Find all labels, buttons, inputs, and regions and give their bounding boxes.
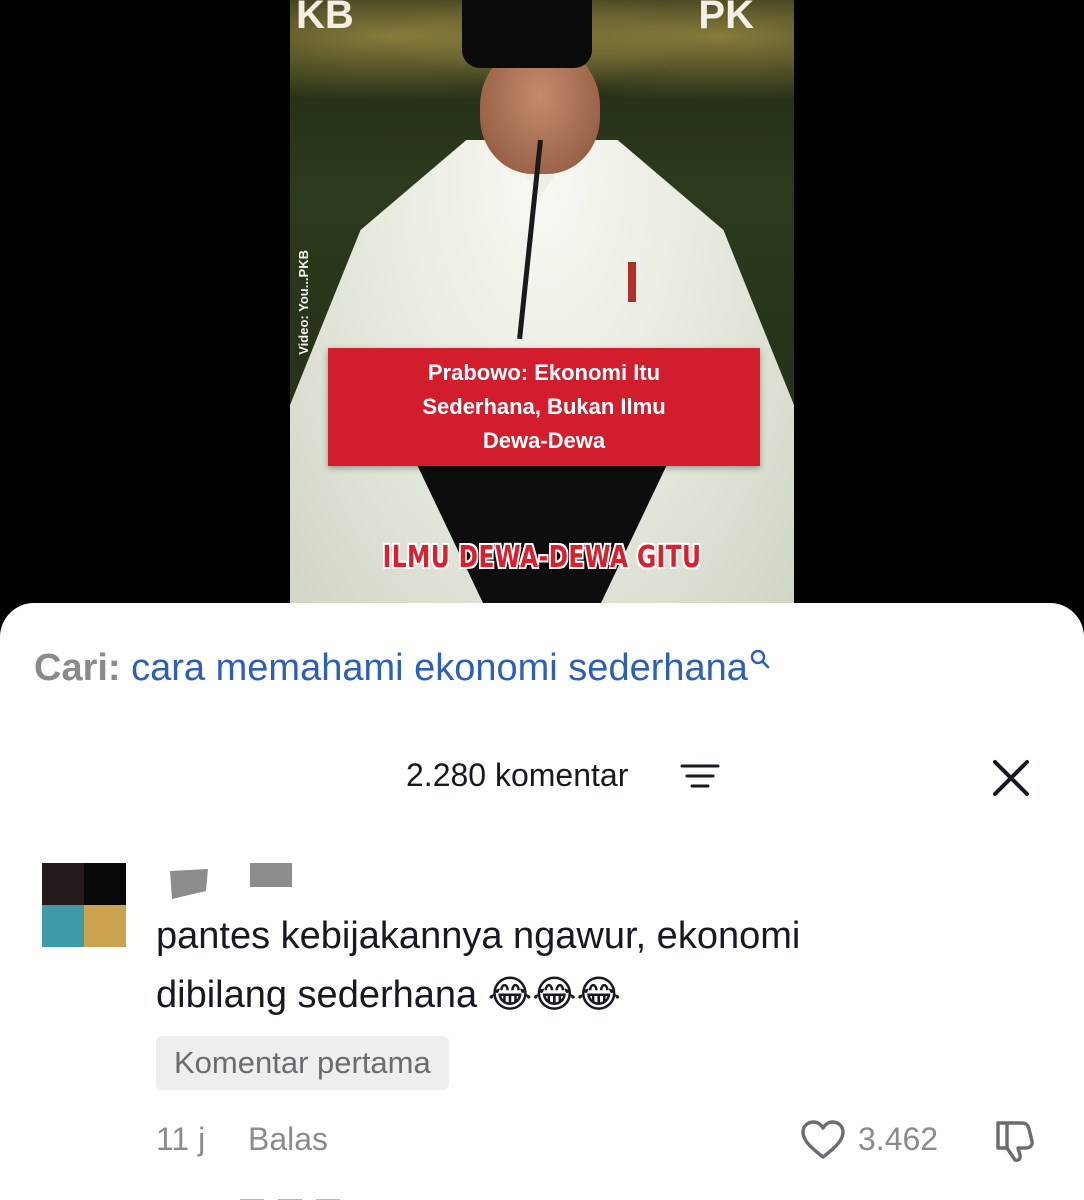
comment-count: 2.280 komentar	[406, 757, 629, 793]
close-icon[interactable]	[990, 757, 1032, 799]
avatar-tile	[42, 863, 84, 905]
avatar-tile	[84, 863, 126, 905]
first-comment-tag: Komentar pertama	[156, 1036, 449, 1090]
search-label: Cari:	[34, 647, 121, 689]
video-caption-box: Prabowo: Ekonomi Itu Sederhana, Bukan Il…	[328, 348, 760, 466]
search-query-link[interactable]: cara memahami ekonomi sederhana	[131, 647, 748, 689]
heart-icon[interactable]	[800, 1119, 846, 1161]
comments-header: 2.280 komentar	[0, 753, 1084, 797]
search-suggestion[interactable]: Cari: cara memahami ekonomi sederhana	[34, 647, 770, 690]
reply-button[interactable]: Balas	[248, 1121, 328, 1158]
video-player[interactable]: KB PK Video: You...PKB Prabowo: Ekonomi …	[290, 0, 794, 620]
avatar-tile	[84, 905, 126, 947]
filter-icon[interactable]	[680, 763, 720, 789]
laughing-emoji: 😂😂😂	[487, 972, 621, 1016]
video-caption: Prabowo: Ekonomi Itu Sederhana, Bukan Il…	[422, 360, 666, 453]
avatar-tile	[42, 905, 84, 947]
thumbs-down-icon[interactable]	[992, 1117, 1040, 1163]
comment-time: 11 j	[156, 1121, 206, 1157]
comment-meta: 11 j Balas 3.462	[0, 1117, 1084, 1163]
screen: KB PK Video: You...PKB Prabowo: Ekonomi …	[0, 0, 1084, 1200]
like-count: 3.462	[858, 1121, 939, 1157]
avatar[interactable]	[42, 863, 126, 947]
shirt-pin	[628, 262, 636, 302]
search-icon[interactable]	[750, 649, 770, 669]
video-subtitle: ILMU DEWA-DEWA GITU	[382, 540, 702, 575]
comment-body: pantes kebijakannya ngawur, ekonomi dibi…	[156, 915, 801, 1016]
comments-sheet: Cari: cara memahami ekonomi sederhana 2.…	[0, 603, 1084, 1200]
redacted-username[interactable]	[166, 861, 296, 901]
more-replies-peek[interactable]	[240, 1187, 440, 1200]
pkb-logo-left: KB	[296, 0, 354, 37]
pkb-logo-right: PK	[698, 0, 754, 37]
comment-text: pantes kebijakannya ngawur, ekonomi dibi…	[156, 907, 1036, 1024]
video-credit: Video: You...PKB	[296, 250, 311, 355]
speaker-hat	[462, 0, 592, 68]
